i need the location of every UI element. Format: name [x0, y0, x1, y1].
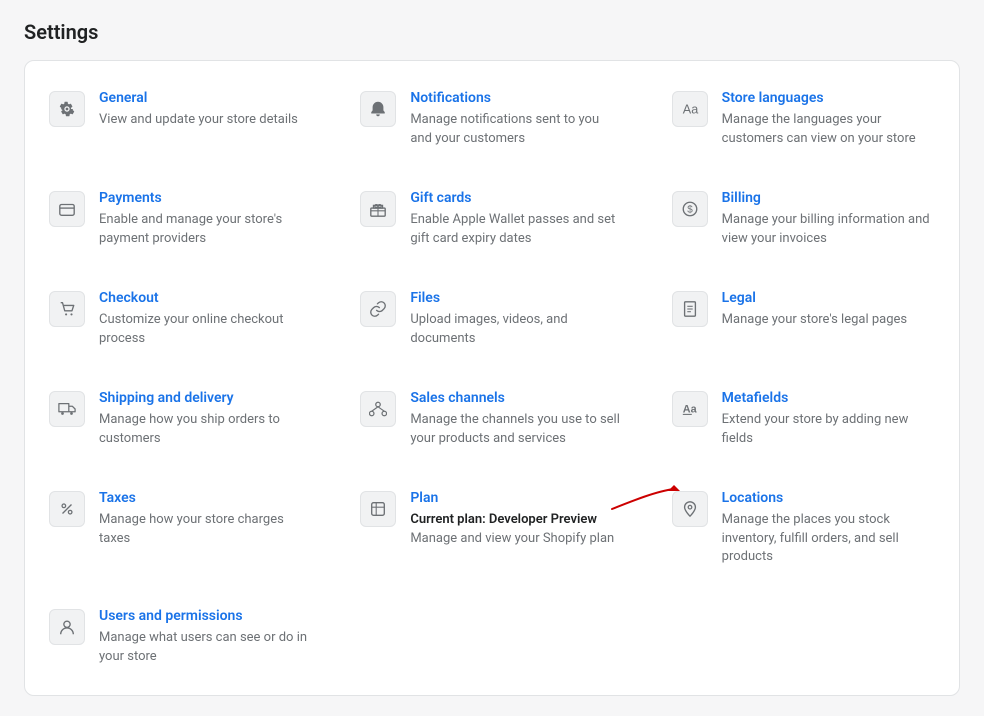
billing-content: Billing Manage your billing information a… — [722, 189, 935, 249]
store-languages-icon: Aa — [672, 91, 708, 127]
shipping-content: Shipping and delivery Manage how you ship… — [99, 389, 312, 449]
locations-icon — [672, 491, 708, 527]
payments-icon — [49, 191, 85, 227]
files-content: Files Upload images, videos, and document… — [410, 289, 623, 349]
notifications-icon — [360, 91, 396, 127]
setting-item-locations[interactable]: Locations Manage the places you stock inv… — [648, 469, 959, 588]
svg-text:$: $ — [687, 204, 693, 215]
metafields-content: Metafields Extend your store by adding ne… — [722, 389, 935, 449]
setting-item-checkout[interactable]: Checkout Customize your online checkout p… — [25, 269, 336, 369]
checkout-title: Checkout — [99, 289, 312, 307]
svg-text:Aa: Aa — [682, 103, 697, 117]
billing-icon: $ — [672, 191, 708, 227]
legal-content: Legal Manage your store's legal pages — [722, 289, 907, 330]
empty-cell — [336, 587, 647, 687]
setting-item-taxes[interactable]: Taxes Manage how your store charges taxes — [25, 469, 336, 588]
taxes-desc: Manage how your store charges taxes — [99, 511, 312, 549]
gift-cards-title: Gift cards — [410, 189, 623, 207]
locations-content: Locations Manage the places you stock inv… — [722, 489, 935, 568]
users-content: Users and permissions Manage what users c… — [99, 607, 312, 667]
files-title: Files — [410, 289, 623, 307]
shipping-desc: Manage how you ship orders to customers — [99, 411, 312, 449]
store-languages-title: Store languages — [722, 89, 935, 107]
setting-item-general[interactable]: General View and update your store detail… — [25, 69, 336, 169]
taxes-content: Taxes Manage how your store charges taxes — [99, 489, 312, 549]
settings-grid: General View and update your store detail… — [25, 69, 959, 687]
setting-item-payments[interactable]: Payments Enable and manage your store's p… — [25, 169, 336, 269]
metafields-title: Metafields — [722, 389, 935, 407]
setting-item-sales-channels[interactable]: Sales channels Manage the channels you us… — [336, 369, 647, 469]
setting-item-notifications[interactable]: Notifications Manage notifications sent t… — [336, 69, 647, 169]
settings-card: General View and update your store detail… — [24, 60, 960, 696]
sales-channels-desc: Manage the channels you use to sell your… — [410, 411, 623, 449]
gift-cards-content: Gift cards Enable Apple Wallet passes and… — [410, 189, 623, 249]
setting-item-plan[interactable]: Plan Current plan: Developer Preview Mana… — [336, 469, 647, 588]
setting-item-legal[interactable]: Legal Manage your store's legal pages — [648, 269, 959, 369]
setting-item-billing[interactable]: $ Billing Manage your billing information … — [648, 169, 959, 269]
users-title: Users and permissions — [99, 607, 312, 625]
users-desc: Manage what users can see or do in your … — [99, 629, 312, 667]
notifications-title: Notifications — [410, 89, 623, 107]
shipping-title: Shipping and delivery — [99, 389, 312, 407]
setting-item-shipping[interactable]: Shipping and delivery Manage how you ship… — [25, 369, 336, 469]
plan-title: Plan — [410, 489, 623, 507]
files-icon — [360, 291, 396, 327]
sales-channels-content: Sales channels Manage the channels you us… — [410, 389, 623, 449]
setting-item-files[interactable]: Files Upload images, videos, and document… — [336, 269, 647, 369]
legal-icon — [672, 291, 708, 327]
store-languages-content: Store languages Manage the languages your… — [722, 89, 935, 149]
locations-title: Locations — [722, 489, 935, 507]
svg-text:Aa: Aa — [682, 403, 697, 415]
checkout-icon — [49, 291, 85, 327]
general-desc: View and update your store details — [99, 111, 298, 130]
setting-item-users[interactable]: Users and permissions Manage what users c… — [25, 587, 336, 687]
taxes-icon — [49, 491, 85, 527]
setting-item-gift-cards[interactable]: Gift cards Enable Apple Wallet passes and… — [336, 169, 647, 269]
taxes-title: Taxes — [99, 489, 312, 507]
sales-channels-icon — [360, 391, 396, 427]
shipping-icon — [49, 391, 85, 427]
setting-item-metafields[interactable]: Aa Metafields Extend your store by adding … — [648, 369, 959, 469]
plan-content: Plan Current plan: Developer Preview Mana… — [410, 489, 623, 549]
empty-cell — [648, 587, 959, 687]
store-languages-desc: Manage the languages your customers can … — [722, 111, 935, 149]
notifications-desc: Manage notifications sent to you and you… — [410, 111, 623, 149]
billing-desc: Manage your billing information and view… — [722, 211, 935, 249]
locations-desc: Manage the places you stock inventory, f… — [722, 511, 935, 568]
gift-cards-desc: Enable Apple Wallet passes and set gift … — [410, 211, 623, 249]
notifications-content: Notifications Manage notifications sent t… — [410, 89, 623, 149]
general-icon — [49, 91, 85, 127]
plan-desc: Current plan: Developer Preview Manage a… — [410, 511, 623, 549]
payments-title: Payments — [99, 189, 312, 207]
legal-title: Legal — [722, 289, 907, 307]
setting-item-store-languages[interactable]: Aa Store languages Manage the languages yo… — [648, 69, 959, 169]
files-desc: Upload images, videos, and documents — [410, 311, 623, 349]
billing-title: Billing — [722, 189, 935, 207]
plan-highlight: Current plan: Developer Preview — [410, 511, 597, 530]
users-icon — [49, 609, 85, 645]
metafields-icon: Aa — [672, 391, 708, 427]
checkout-content: Checkout Customize your online checkout p… — [99, 289, 312, 349]
payments-desc: Enable and manage your store's payment p… — [99, 211, 312, 249]
checkout-desc: Customize your online checkout process — [99, 311, 312, 349]
payments-content: Payments Enable and manage your store's p… — [99, 189, 312, 249]
general-content: General View and update your store detail… — [99, 89, 298, 130]
plan-icon — [360, 491, 396, 527]
general-title: General — [99, 89, 298, 107]
gift-cards-icon — [360, 191, 396, 227]
metafields-desc: Extend your store by adding new fields — [722, 411, 935, 449]
legal-desc: Manage your store's legal pages — [722, 311, 907, 330]
page-title: Settings — [24, 20, 960, 44]
sales-channels-title: Sales channels — [410, 389, 623, 407]
